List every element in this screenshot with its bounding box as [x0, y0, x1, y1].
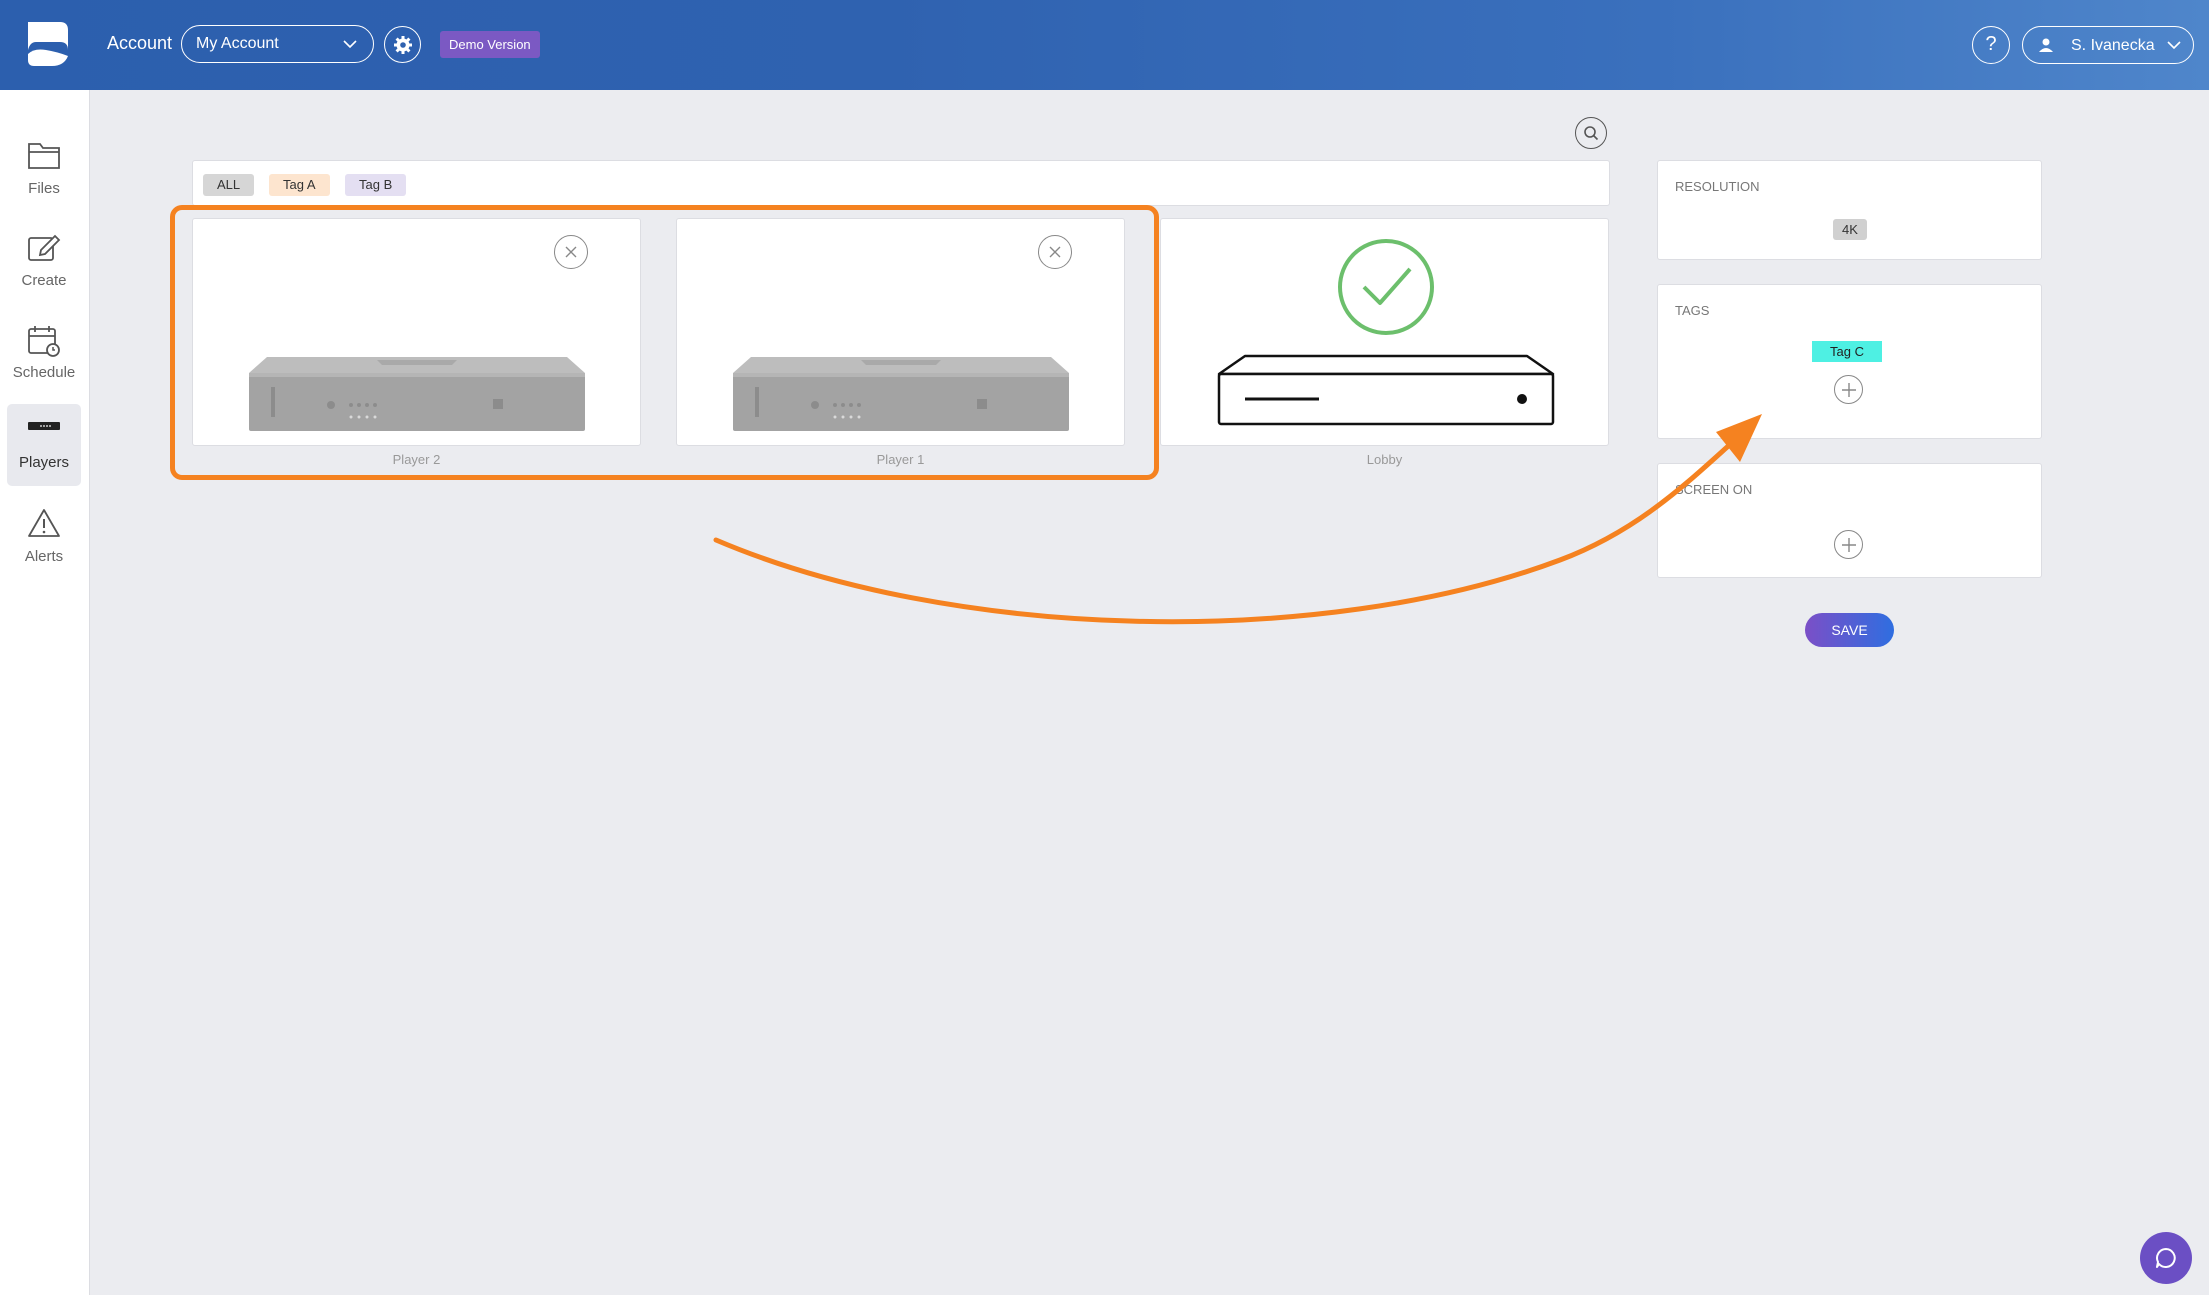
- chat-bubble-icon: [2156, 1248, 2176, 1268]
- chat-button[interactable]: [2140, 1232, 2192, 1284]
- annotation-arrow: [713, 414, 1762, 625]
